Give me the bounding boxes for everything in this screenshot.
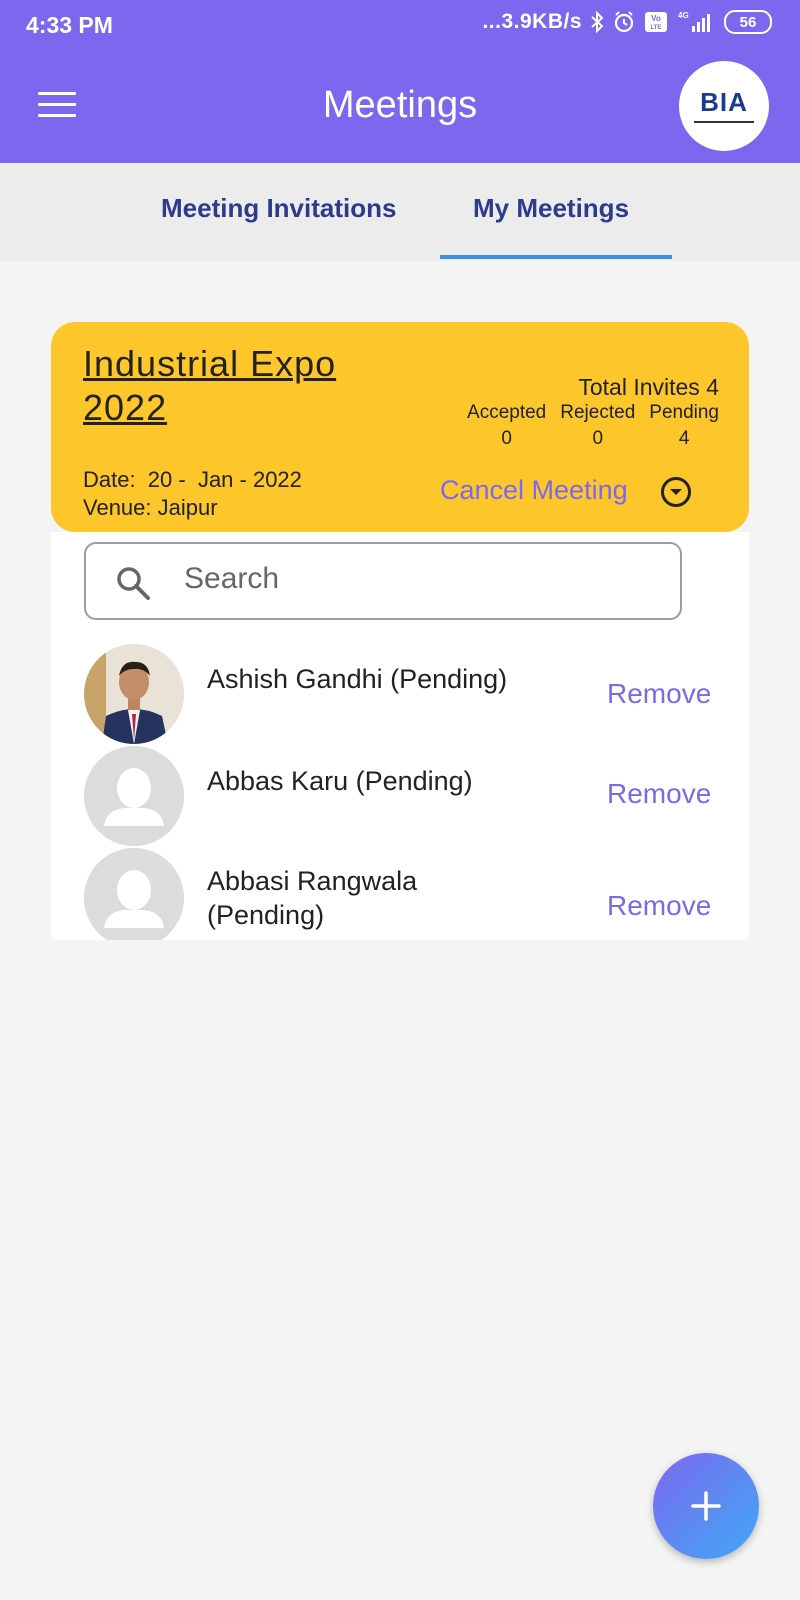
alarm-icon xyxy=(612,10,636,34)
chevron-down-icon[interactable] xyxy=(661,477,691,507)
invitee-row: Abbas Karu (Pending) Remove xyxy=(51,746,749,846)
logo-subtitle xyxy=(694,120,754,125)
status-icons: ...3.9KB/s Vo LTE 4G 56 xyxy=(482,10,772,34)
battery-indicator: 56 xyxy=(724,10,772,34)
app-bar: 4:33 PM ...3.9KB/s Vo LTE 4G 56 Meetings … xyxy=(0,0,800,163)
svg-text:LTE: LTE xyxy=(651,25,662,31)
search-box[interactable] xyxy=(84,542,682,620)
cancel-meeting-button[interactable]: Cancel Meeting xyxy=(440,475,628,506)
placeholder-person-icon xyxy=(84,746,184,846)
stat-label: Rejected xyxy=(560,402,636,423)
stat-accepted: Accepted 0 xyxy=(467,402,546,450)
meeting-venue: Venue: Jaipur xyxy=(83,495,218,520)
add-meeting-button[interactable] xyxy=(653,1453,759,1559)
meeting-title[interactable]: Industrial Expo 2022 xyxy=(83,342,383,430)
invitee-name: Abbasi Rangwala (Pending) xyxy=(207,866,418,930)
remove-button[interactable]: Remove xyxy=(607,778,711,810)
signal-icon: 4G xyxy=(676,10,716,34)
plus-icon xyxy=(691,1491,721,1521)
search-input[interactable] xyxy=(182,558,666,600)
avatar xyxy=(84,644,184,744)
invitees-panel: Ashish Gandhi (Pending) Remove Abbas Kar… xyxy=(51,532,749,940)
invitee-name: Abbas Karu (Pending) xyxy=(207,766,473,796)
network-speed: ...3.9KB/s xyxy=(482,10,582,33)
remove-button[interactable]: Remove xyxy=(607,678,711,710)
search-icon xyxy=(114,564,152,607)
stat-value: 4 xyxy=(678,428,690,449)
stat-value: 0 xyxy=(592,428,604,449)
total-invites: Total Invites 4 xyxy=(578,374,719,400)
volte-icon: Vo LTE xyxy=(644,11,668,33)
meeting-date: Date: 20 - Jan - 2022 xyxy=(83,467,302,492)
status-time: 4:33 PM xyxy=(26,12,113,38)
active-tab-indicator xyxy=(440,255,672,259)
tab-meeting-invitations[interactable]: Meeting Invitations xyxy=(161,193,396,224)
stat-label: Accepted xyxy=(467,402,547,423)
logo-text: BIA xyxy=(700,87,748,117)
meeting-card[interactable]: Industrial Expo 2022 Total Invites 4 Acc… xyxy=(51,322,749,532)
tab-bar: Meeting Invitations My Meetings xyxy=(0,163,800,261)
placeholder-person-icon xyxy=(84,848,184,940)
invitee-name: Ashish Gandhi (Pending) xyxy=(207,664,508,694)
organization-logo[interactable]: BIA xyxy=(679,61,769,151)
invitee-row: Abbasi Rangwala (Pending) Remove xyxy=(51,848,749,940)
tab-my-meetings[interactable]: My Meetings xyxy=(473,193,629,224)
stat-value: 0 xyxy=(501,428,512,449)
stat-rejected: Rejected 0 xyxy=(560,402,635,450)
svg-text:Vo: Vo xyxy=(651,14,661,23)
invitee-row: Ashish Gandhi (Pending) Remove xyxy=(51,644,749,744)
bluetooth-icon xyxy=(590,11,604,33)
stat-pending: Pending 4 xyxy=(649,402,719,450)
signal-label: 4G xyxy=(678,11,689,20)
invite-stats: Accepted 0 Rejected 0 Pending 4 xyxy=(467,402,719,450)
stat-label: Pending xyxy=(649,402,719,423)
remove-button[interactable]: Remove xyxy=(607,890,711,922)
